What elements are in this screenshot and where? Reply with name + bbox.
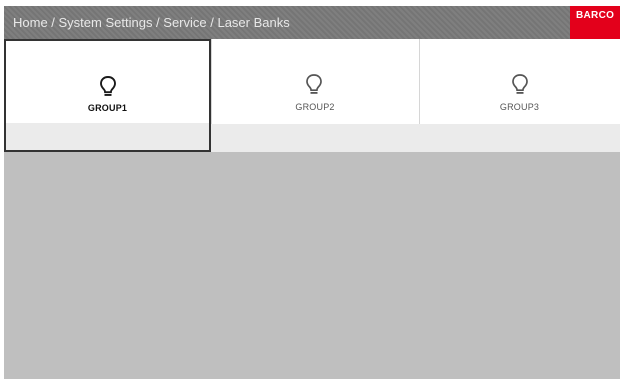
logo-text: BARCO xyxy=(576,10,615,21)
group-tile-1[interactable]: GROUP1 xyxy=(4,39,211,152)
group-label-2: GROUP2 xyxy=(295,102,335,112)
barco-logo: BARCO xyxy=(570,6,620,39)
lightbulb-icon xyxy=(512,74,528,94)
group-tile-2[interactable]: GROUP2 xyxy=(211,39,419,152)
breadcrumb: Home / System Settings / Service / Laser… xyxy=(13,15,290,30)
group-label-3: GROUP3 xyxy=(499,102,540,112)
laser-banks-screen: Home / System Settings / Service / Laser… xyxy=(4,6,620,379)
group-label-1: GROUP1 xyxy=(87,103,128,113)
tile-footer-2 xyxy=(211,124,419,152)
tile-footer-1 xyxy=(6,123,209,150)
lightbulb-icon xyxy=(100,76,116,96)
group-tiles: GROUP1 GROUP2 GROUP3 xyxy=(4,39,620,152)
lightbulb-icon xyxy=(306,74,322,94)
empty-content-area xyxy=(4,152,620,379)
header-bar: Home / System Settings / Service / Laser… xyxy=(4,6,620,39)
tile-footer-3 xyxy=(419,124,620,152)
group-tile-3[interactable]: GROUP3 xyxy=(419,39,620,152)
